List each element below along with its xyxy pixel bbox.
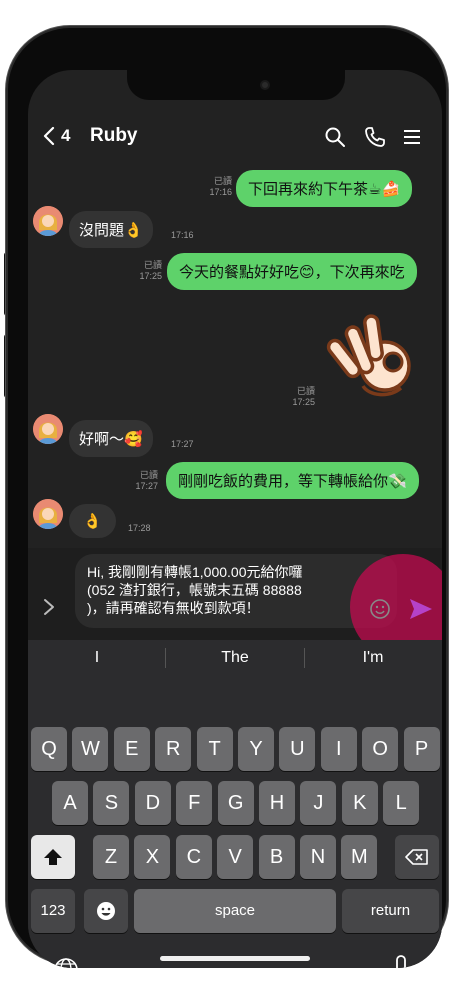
key-r[interactable]: R: [155, 727, 192, 771]
camera-icon: [260, 80, 270, 90]
return-key[interactable]: return: [342, 889, 439, 933]
read-receipt: 已讀 17:27: [135, 470, 158, 491]
key-b[interactable]: B: [258, 835, 295, 879]
avatar[interactable]: [33, 499, 63, 529]
key-m[interactable]: M: [341, 835, 378, 879]
message-bubble-outgoing[interactable]: 剛剛吃飯的費用，等下轉帳給你💸: [166, 462, 419, 499]
key-i[interactable]: I: [320, 727, 357, 771]
key-h[interactable]: H: [259, 781, 295, 825]
notch: [127, 70, 345, 100]
phone-call-icon[interactable]: [363, 125, 387, 149]
key-q[interactable]: Q: [31, 727, 67, 771]
menu-icon[interactable]: [400, 125, 424, 149]
globe-icon[interactable]: [52, 956, 80, 968]
key-u[interactable]: U: [279, 727, 316, 771]
avatar[interactable]: [33, 206, 63, 236]
chat-screen: 4 Ruby 已讀 17:16 下回再來約下午茶☕🍰 沒問題👌 17:16 已讀 1…: [28, 70, 442, 968]
key-l[interactable]: L: [383, 781, 420, 825]
key-t[interactable]: T: [196, 727, 233, 771]
space-key[interactable]: space: [134, 889, 336, 933]
message-time: 17:28: [128, 523, 151, 533]
contact-name: Ruby: [90, 125, 138, 146]
message-time: 17:16: [171, 230, 194, 240]
key-k[interactable]: K: [341, 781, 378, 825]
ok-hand-sticker[interactable]: [323, 308, 423, 408]
key-p[interactable]: P: [403, 727, 440, 771]
message-bubble-incoming[interactable]: 👌: [69, 504, 116, 538]
key-g[interactable]: G: [217, 781, 254, 825]
key-j[interactable]: J: [300, 781, 337, 825]
composer-bar: Hi, 我剛剛有轉帳1,000.00元給你囉 (052 渣打銀行，帳號末五碼 8…: [28, 548, 442, 660]
search-icon[interactable]: [323, 125, 347, 149]
key-e[interactable]: E: [113, 727, 150, 771]
avatar[interactable]: [33, 414, 63, 444]
microphone-icon[interactable]: [388, 954, 414, 968]
key-v[interactable]: V: [217, 835, 254, 879]
message-bubble-incoming[interactable]: 沒問題👌: [69, 211, 153, 248]
back-icon[interactable]: [42, 126, 56, 146]
message-input[interactable]: Hi, 我剛剛有轉帳1,000.00元給你囉 (052 渣打銀行，帳號末五碼 8…: [75, 554, 397, 628]
key-f[interactable]: F: [176, 781, 213, 825]
emoji-icon[interactable]: [369, 598, 391, 620]
read-receipt: 已讀 17:25: [139, 260, 162, 281]
message-bubble-outgoing[interactable]: 今天的餐點好好吃😊，下次再來吃: [167, 253, 417, 290]
home-indicator[interactable]: [160, 956, 310, 961]
phone-frame: 4 Ruby 已讀 17:16 下回再來約下午茶☕🍰 沒問題👌 17:16 已讀 1…: [8, 28, 446, 968]
key-a[interactable]: A: [52, 781, 88, 825]
numbers-key[interactable]: 123: [31, 889, 75, 933]
suggestion[interactable]: The: [166, 640, 304, 676]
shift-key[interactable]: [31, 835, 75, 879]
unread-count[interactable]: 4: [61, 126, 70, 146]
key-z[interactable]: Z: [93, 835, 129, 879]
keyboard: I The I'm QWERTYUIOP ASDFGHJKL ZXCVBNM 1…: [28, 640, 442, 968]
delete-key[interactable]: [395, 835, 439, 879]
suggestion[interactable]: I'm: [304, 640, 442, 676]
key-y[interactable]: Y: [238, 727, 274, 771]
message-bubble-incoming[interactable]: 好啊～🥰: [69, 420, 153, 457]
key-n[interactable]: N: [300, 835, 336, 879]
chevron-right-icon[interactable]: [42, 598, 56, 616]
send-icon[interactable]: [408, 597, 434, 621]
key-x[interactable]: X: [134, 835, 171, 879]
key-d[interactable]: D: [134, 781, 171, 825]
read-receipt: 已讀 17:16: [209, 176, 232, 197]
key-w[interactable]: W: [72, 727, 109, 771]
emoji-key[interactable]: [84, 889, 128, 933]
read-receipt: 已讀 17:25: [292, 386, 315, 407]
message-bubble-outgoing[interactable]: 下回再來約下午茶☕🍰: [236, 170, 413, 207]
key-c[interactable]: C: [175, 835, 212, 879]
chat-header: 4 Ruby: [28, 120, 442, 154]
key-o[interactable]: O: [362, 727, 399, 771]
key-s[interactable]: S: [93, 781, 130, 825]
message-time: 17:27: [171, 439, 194, 449]
suggestion[interactable]: I: [28, 640, 166, 676]
